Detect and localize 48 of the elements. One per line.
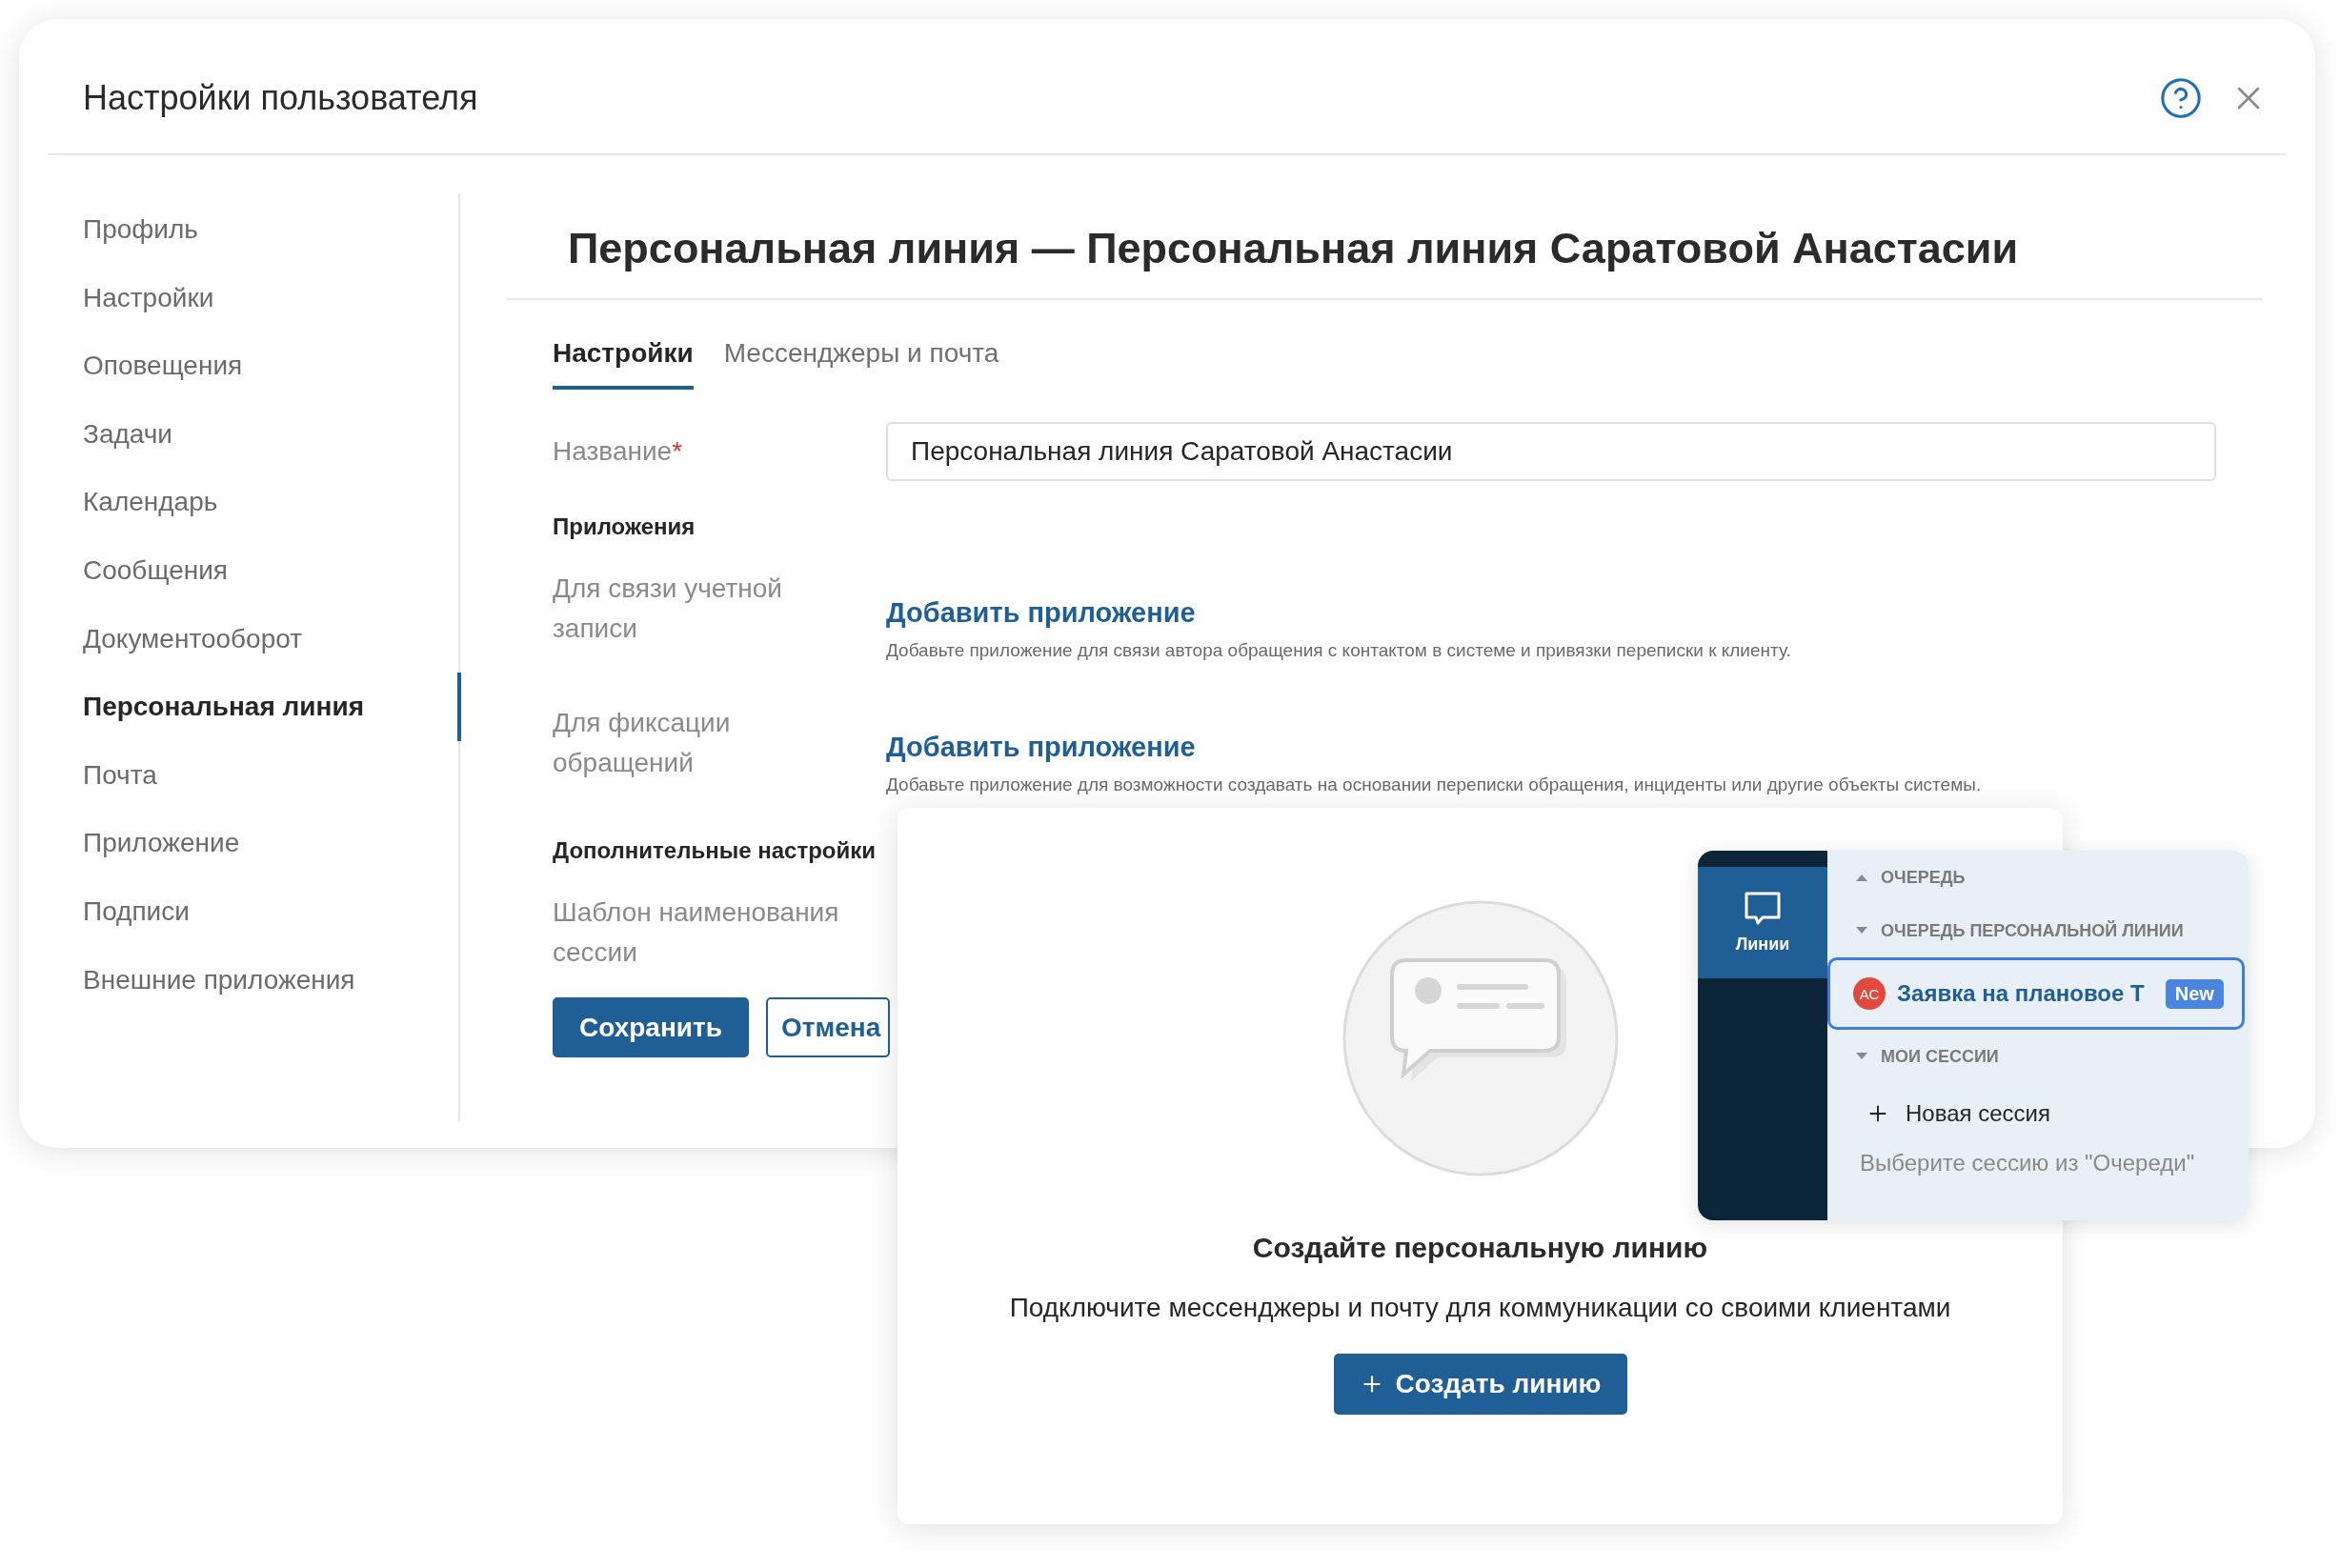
field-label: Для фиксации обращений [553, 707, 732, 779]
sidebar-item[interactable]: Подписи [48, 876, 461, 946]
hint-text: Выберите сессию из "Очереди" [1859, 1150, 2196, 1176]
new-session-link[interactable]: Новая сессия [1906, 1100, 2050, 1127]
required-mark: * [672, 436, 683, 466]
empty-state-text: Подключите мессенджеры и почту для коммуникации со своими клиентами [1009, 1293, 1951, 1323]
add-app-link[interactable]: Добавить приложение [886, 597, 1791, 629]
group-title[interactable]: МОИ СЕССИИ [1881, 1046, 1999, 1067]
sidebar-item[interactable]: Задачи [48, 399, 461, 469]
sidebar-item[interactable]: Сообщения [48, 535, 461, 605]
field-description: Добавьте приложение для возможности создавать на основании переписки обращения, инциденты или другие объекты системы. [886, 774, 1982, 795]
lines-nav-item[interactable]: Линии [1698, 867, 1827, 978]
caret-icon[interactable] [1856, 927, 1867, 935]
session-title: Заявка на плановое Т [1897, 980, 2145, 1007]
empty-state-title: Создайте персональную линию [1252, 1232, 1708, 1264]
sidebar-item[interactable]: Документооборот [48, 604, 461, 673]
new-badge: New [2165, 978, 2224, 1009]
queue-item[interactable]: АС Заявка на плановое Т New [1827, 957, 2245, 1030]
caret-icon[interactable] [1856, 874, 1867, 881]
help-icon[interactable] [2159, 75, 2203, 120]
sidebar-item[interactable]: Настройки [48, 263, 461, 332]
sidebar-item[interactable]: Почта [48, 740, 461, 810]
dialog-title: Настройки пользователя [83, 77, 478, 118]
sidebar-item[interactable]: Персональная линия [48, 673, 461, 741]
tab[interactable]: Мессенджеры и почта [723, 329, 999, 390]
caret-icon[interactable] [1856, 1053, 1867, 1060]
sidebar-item[interactable]: Календарь [48, 468, 461, 536]
avatar: АС [1853, 977, 1886, 1010]
input-field[interactable]: Персональная линия Саратовой Анастасии [886, 422, 2216, 481]
tab[interactable]: Настройки [553, 329, 694, 390]
sidebar-item[interactable]: Оповещения [48, 332, 461, 400]
field-label: Название* [553, 435, 684, 468]
chat-icon [1744, 891, 1782, 927]
create-line-button[interactable]: Создать линию [1333, 1354, 1627, 1415]
save-button[interactable]: Сохранить [553, 997, 749, 1057]
field-label: Шаблон наименования сессии [553, 896, 840, 969]
field-description: Добавьте приложение для связи автора обращения с контактом в системе и привязки переписки к клиенту. [886, 640, 1791, 661]
group-title[interactable]: ОЧЕРЕДЬ [1881, 867, 1966, 888]
cancel-button[interactable]: Отмена [765, 997, 891, 1057]
section-title: Дополнительные настройки [553, 837, 877, 864]
sidebar-item[interactable]: Профиль [48, 195, 461, 264]
page-heading: Персональная линия — Персональная линия Саратовой Анастасии [507, 155, 2263, 300]
add-app-link[interactable]: Добавить приложение [886, 732, 1982, 763]
sidebar-item[interactable]: Внешние приложения [48, 945, 461, 1015]
sidebar-item[interactable]: Приложение [48, 809, 461, 877]
field-label: Для связи учетной записи [553, 573, 783, 645]
section-title: Приложения [553, 513, 696, 540]
group-title[interactable]: ОЧЕРЕДЬ ПЕРСОНАЛЬНОЙ ЛИНИИ [1881, 920, 2184, 941]
